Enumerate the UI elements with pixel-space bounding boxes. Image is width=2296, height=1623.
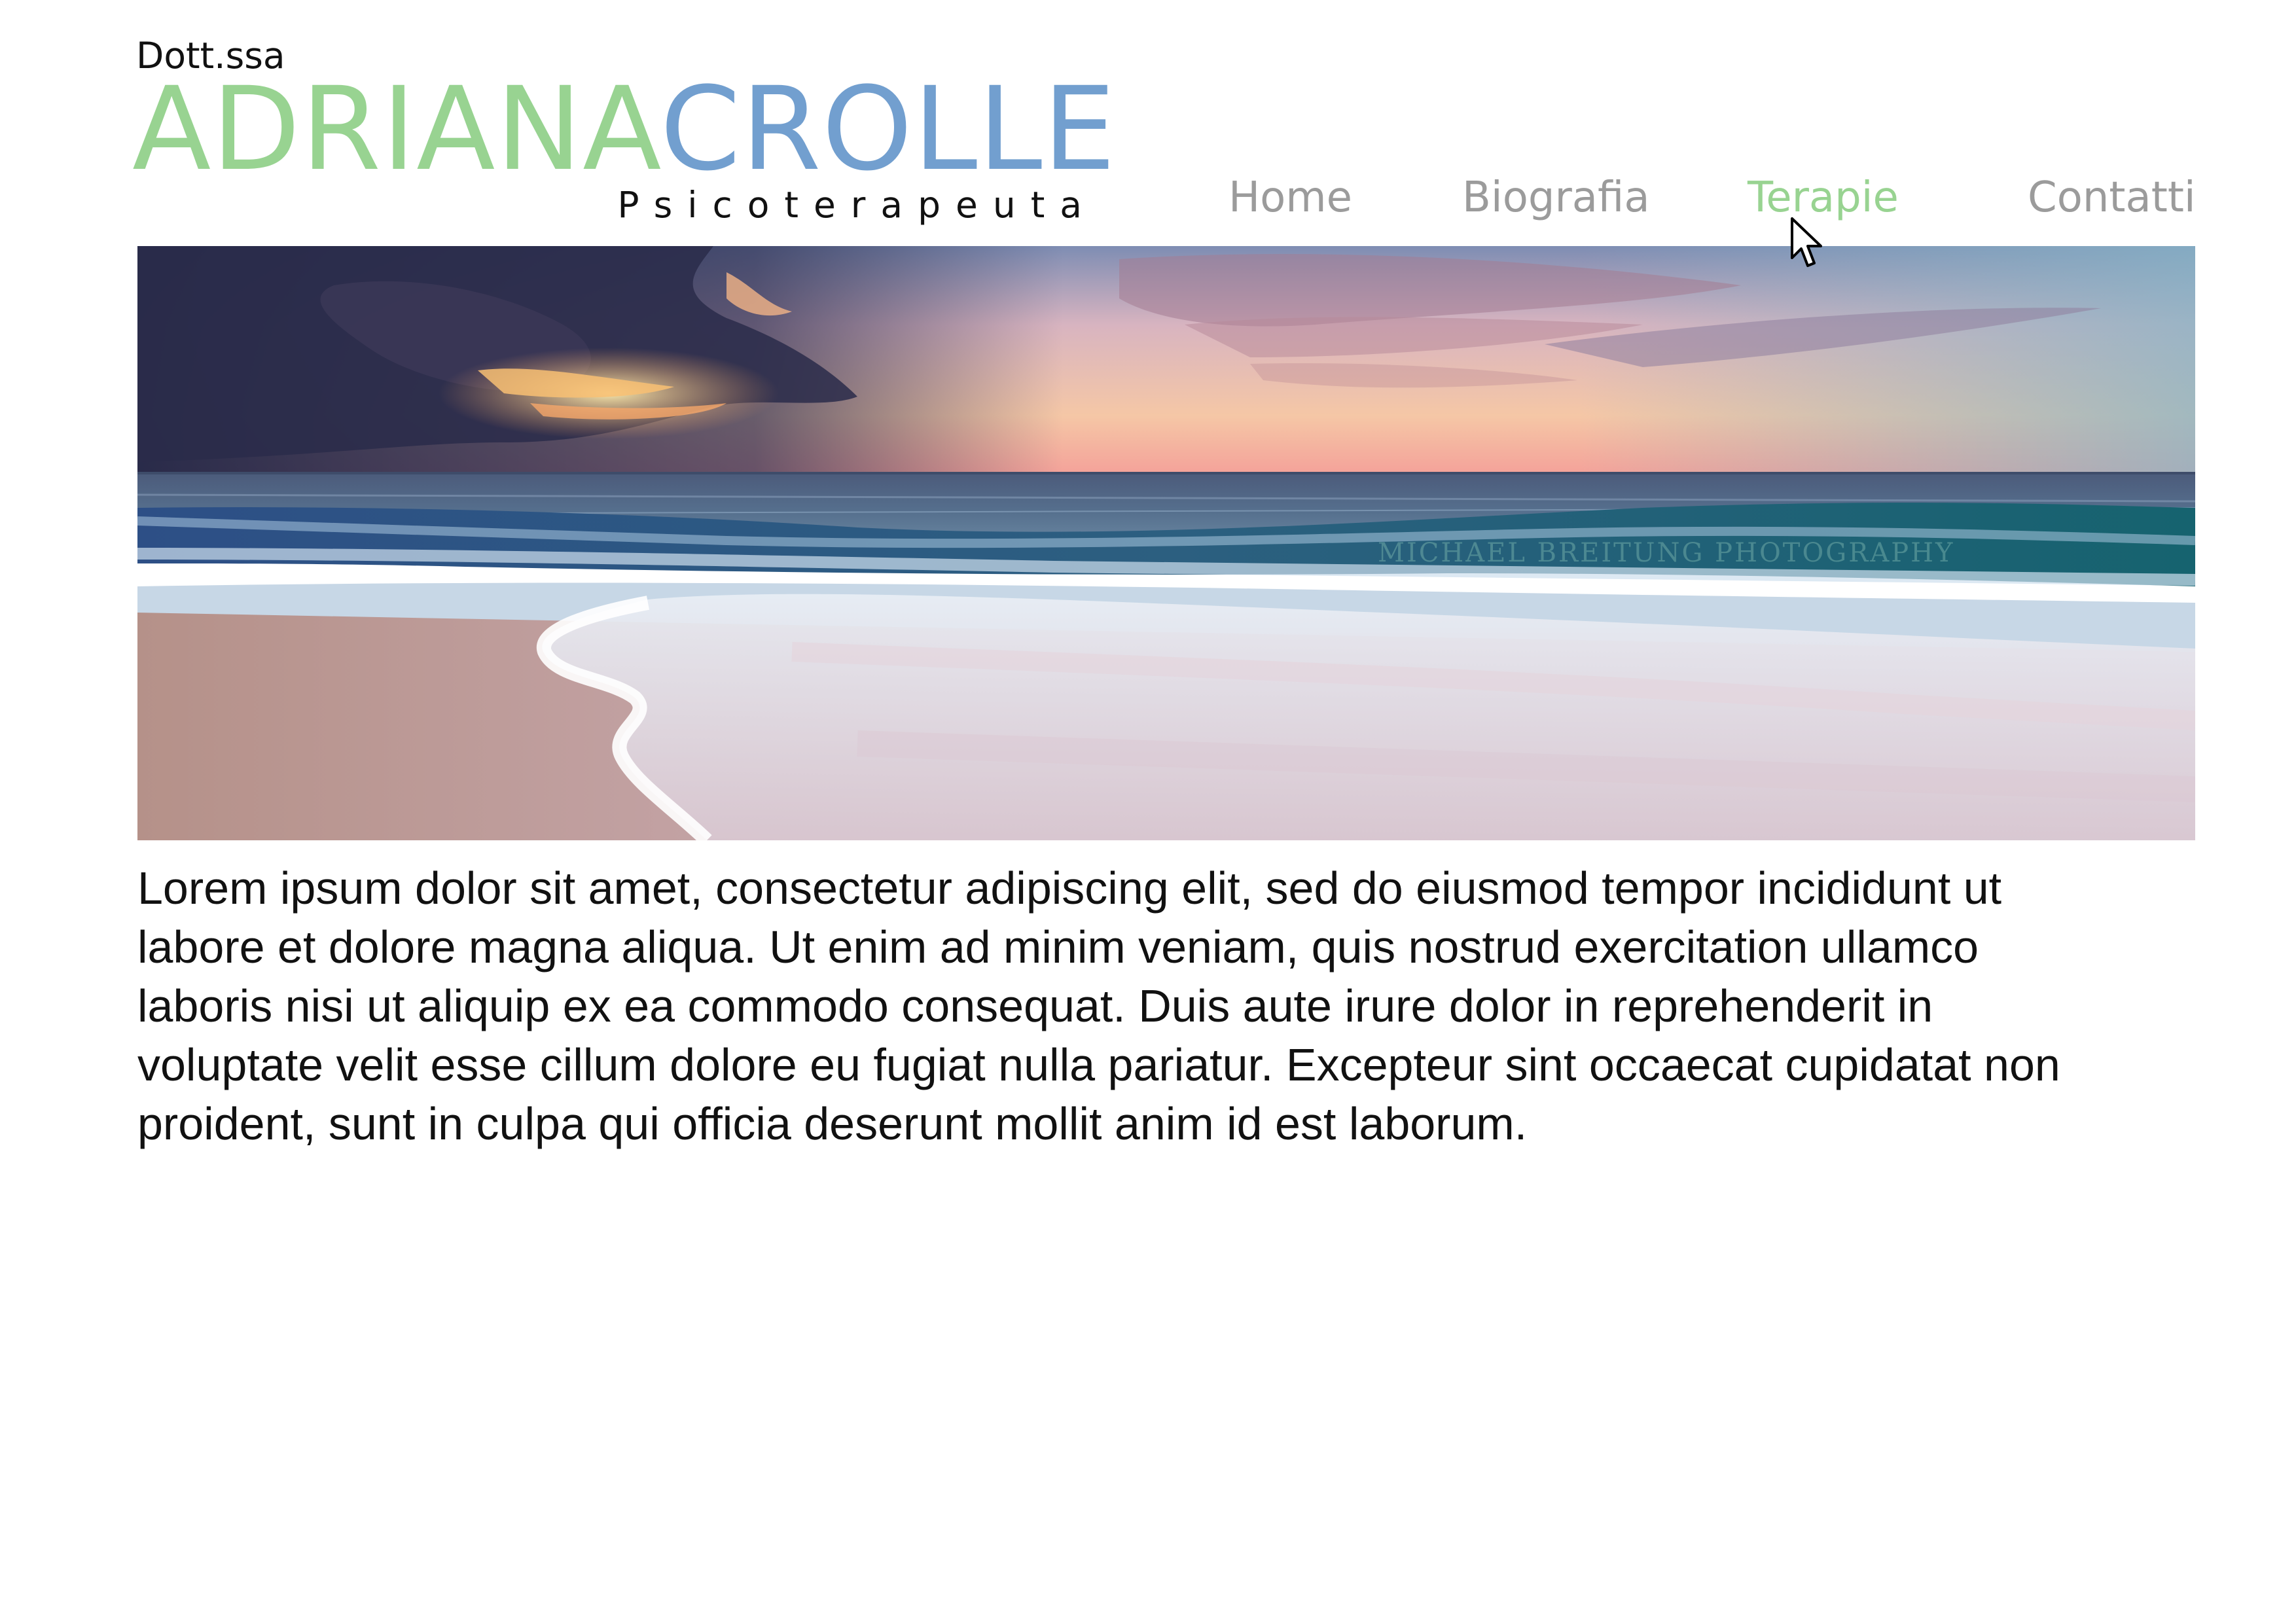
hero-watermark: MICHAEL BREITUNG PHOTOGRAPHY [1378, 538, 1954, 568]
site-logo[interactable]: Dott.ssa ADRIANACROLLE Psicoterapeuta [132, 38, 1116, 234]
page: Dott.ssa ADRIANACROLLE Psicoterapeuta Ho… [0, 0, 2296, 1623]
main-nav: Home Biografia Terapie Contatti [1178, 177, 2199, 229]
logo-subtitle: Psicoterapeuta [617, 184, 1097, 226]
logo-first-name: ADRIANA [132, 62, 660, 196]
logo-last-name: CROLLE [660, 62, 1117, 196]
nav-item-contatti[interactable]: Contatti [2028, 177, 2196, 219]
arrow-cursor-icon [1789, 216, 1826, 271]
logo-name: ADRIANACROLLE [132, 72, 1117, 187]
nav-item-biografia[interactable]: Biografia [1462, 177, 1650, 219]
nav-item-home[interactable]: Home [1229, 177, 1352, 219]
hero-image: MICHAEL BREITUNG PHOTOGRAPHY [137, 246, 2195, 840]
body-paragraph: Lorem ipsum dolor sit amet, consectetur … [137, 863, 2060, 1149]
nav-item-terapie[interactable]: Terapie [1748, 177, 1899, 219]
